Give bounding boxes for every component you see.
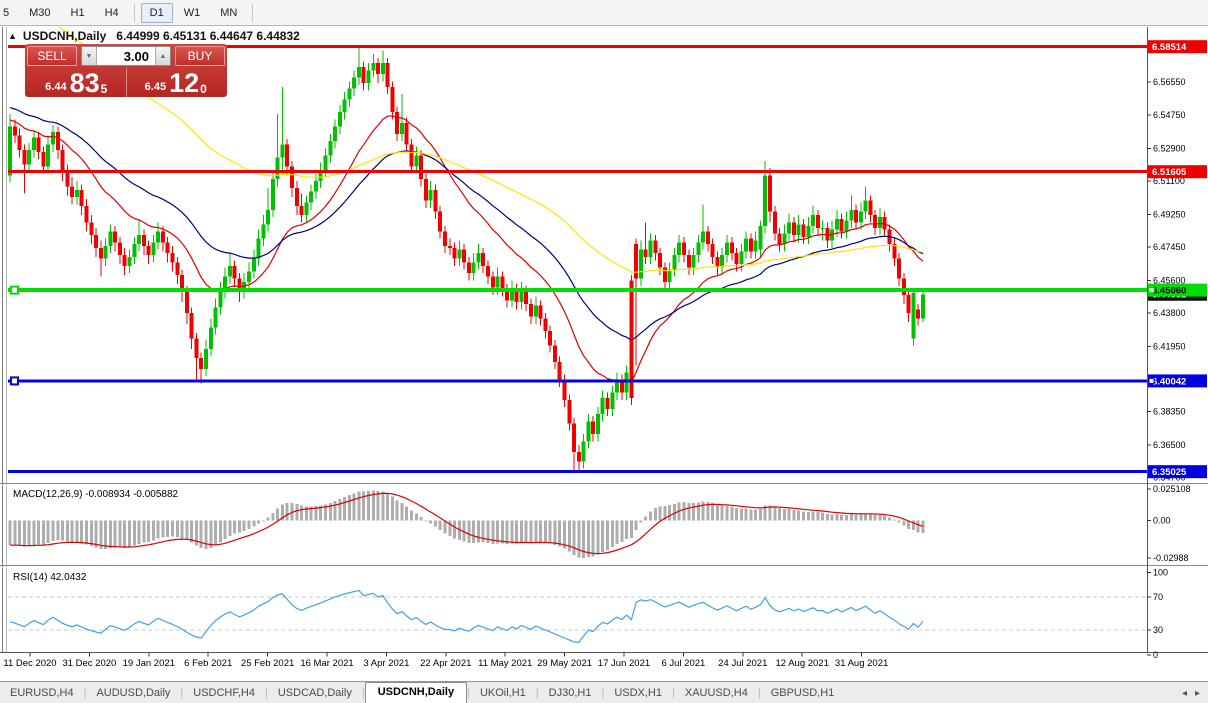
timeframe-button-5[interactable]: 5 (0, 3, 18, 23)
tab-scroll-nav: ◂▸ (1182, 688, 1208, 703)
tab-usdx-h1[interactable]: USDX,H1 (604, 684, 672, 703)
tab-dj30-h1[interactable]: DJ30,H1 (539, 684, 602, 703)
mt4-window: 5M30H1H4D1W1MN 6.565506.547506.529006.51… (0, 0, 1208, 703)
timeframe-button-H1[interactable]: H1 (62, 3, 94, 23)
price-axis: 6.565506.547506.529006.511006.492506.474… (1147, 77, 1186, 482)
sell-price-pip: 5 (101, 82, 108, 96)
svg-text:6.43800: 6.43800 (1153, 308, 1186, 318)
svg-text:31 Dec 2020: 31 Dec 2020 (62, 658, 116, 669)
svg-text:6.58514: 6.58514 (1152, 42, 1187, 53)
svg-text:31 Aug 2021: 31 Aug 2021 (835, 658, 888, 669)
svg-text:0.00: 0.00 (1153, 516, 1171, 526)
volume-input[interactable]: 3.00 (97, 47, 155, 65)
svg-text:6.36500: 6.36500 (1153, 440, 1186, 450)
tab-usdchf-h4[interactable]: USDCHF,H4 (183, 684, 265, 703)
buy-price-pip: 0 (200, 82, 207, 96)
macd-signal-line (10, 493, 923, 553)
rsi-line (10, 591, 923, 643)
svg-text:70: 70 (1153, 592, 1163, 602)
buy-price-big: 12 (169, 70, 199, 96)
macd-histogram (9, 491, 925, 559)
symbol-tab-bar: EURUSD,H4|AUDUSD,Daily|USDCHF,H4|USDCAD,… (0, 681, 1208, 703)
svg-text:6.56550: 6.56550 (1153, 77, 1186, 87)
tab-scroll-right-icon[interactable]: ▸ (1195, 688, 1200, 699)
candles-layer (8, 47, 925, 471)
svg-text:0.025108: 0.025108 (1153, 484, 1191, 494)
timeframe-button-M30[interactable]: M30 (20, 3, 59, 23)
svg-text:6 Feb 2021: 6 Feb 2021 (184, 658, 232, 669)
date-axis: 11 Dec 2020 31 Dec 2020 19 Jan 2021 6 Feb 2… (3, 653, 888, 670)
svg-text:3 Apr 2021: 3 Apr 2021 (363, 658, 409, 669)
rsi-axis: 100 70 30 0 (1147, 567, 1168, 660)
svg-text:6.40042: 6.40042 (1152, 376, 1186, 387)
collapse-arrow-icon[interactable]: ▲ (8, 31, 17, 41)
timeframe-button-MN[interactable]: MN (211, 3, 246, 23)
toolbar-separator (252, 4, 253, 22)
svg-text:11 Dec 2020: 11 Dec 2020 (3, 658, 56, 669)
svg-text:6.52900: 6.52900 (1153, 143, 1186, 153)
svg-text:29 May 2021: 29 May 2021 (537, 658, 592, 669)
chart-ohlc-values: 6.44999 6.45131 6.44647 6.44832 (116, 29, 300, 43)
chart-canvas[interactable]: 6.565506.547506.529006.511006.492506.474… (0, 27, 1208, 681)
one-click-trade-panel: SELL ▼ 3.00 ▲ BUY 6.44 835 6.45120 (25, 44, 227, 97)
tab-eurusd-h4[interactable]: EURUSD,H4 (0, 684, 84, 703)
svg-text:6.41950: 6.41950 (1153, 341, 1186, 351)
tab-audusd-daily[interactable]: AUDUSD,Daily (86, 684, 180, 703)
svg-text:6.38350: 6.38350 (1153, 407, 1186, 417)
tab-xauusd-h4[interactable]: XAUUSD,H4 (675, 684, 758, 703)
sell-price-prefix: 6.44 (45, 81, 66, 93)
svg-text:17 Jun 2021: 17 Jun 2021 (598, 658, 650, 669)
svg-text:24 Jul 2021: 24 Jul 2021 (718, 658, 767, 669)
volume-increase-button[interactable]: ▲ (155, 47, 170, 65)
buy-price-prefix: 6.45 (145, 81, 166, 93)
rsi-label: RSI(14) 42.0432 (13, 572, 87, 583)
buy-button[interactable]: BUY (175, 46, 225, 66)
chart-symbol-label: USDCNH,Daily (23, 29, 106, 43)
sell-price-big: 83 (70, 70, 100, 96)
svg-text:6.47450: 6.47450 (1153, 242, 1186, 252)
macd-label: MACD(12,26,9) -0.008934 -0.005882 (13, 489, 179, 500)
svg-text:16 Mar 2021: 16 Mar 2021 (300, 658, 353, 669)
tab-usdcad-daily[interactable]: USDCAD,Daily (268, 684, 362, 703)
svg-text:6.35025: 6.35025 (1152, 467, 1187, 478)
volume-stepper: ▼ 3.00 ▲ (81, 46, 171, 66)
volume-decrease-button[interactable]: ▼ (82, 47, 97, 65)
chart-title: ▲ USDCNH,Daily 6.44999 6.45131 6.44647 6.4… (8, 29, 300, 43)
svg-text:22 Apr 2021: 22 Apr 2021 (420, 658, 471, 669)
sell-quote-button[interactable]: 6.44 835 (27, 68, 127, 97)
svg-text:6.54750: 6.54750 (1153, 110, 1186, 120)
chart-window: 6.565506.547506.529006.511006.492506.474… (0, 27, 1208, 681)
hline-handle[interactable] (11, 377, 18, 384)
svg-text:30: 30 (1153, 625, 1163, 635)
svg-text:6 Jul 2021: 6 Jul 2021 (661, 658, 705, 669)
chevron-down-icon: ▼ (86, 53, 93, 60)
tab-usdcnh-daily[interactable]: USDCNH,Daily (365, 682, 467, 703)
tab-ukoil-h1[interactable]: UKOil,H1 (470, 684, 536, 703)
tab-scroll-left-icon[interactable]: ◂ (1182, 688, 1187, 699)
toolbar-separator (134, 4, 135, 22)
pane-separators (0, 27, 1208, 653)
sell-button[interactable]: SELL (27, 46, 77, 66)
svg-text:25 Feb 2021: 25 Feb 2021 (241, 658, 294, 669)
buy-quote-button[interactable]: 6.45120 (127, 68, 226, 97)
timeframe-toolbar: 5M30H1H4 D1W1MN (0, 0, 1208, 26)
timeframe-button-H4[interactable]: H4 (96, 3, 128, 23)
chevron-up-icon: ▲ (160, 53, 167, 60)
svg-text:6.49250: 6.49250 (1153, 209, 1186, 219)
svg-text:19 Jan 2021: 19 Jan 2021 (123, 658, 175, 669)
hline-handle[interactable] (11, 287, 18, 294)
tab-gbpusd-h1[interactable]: GBPUSD,H1 (761, 684, 845, 703)
svg-text:0: 0 (1153, 650, 1158, 660)
svg-text:12 Aug 2021: 12 Aug 2021 (776, 658, 829, 669)
svg-text:100: 100 (1153, 567, 1168, 577)
timeframe-button-D1[interactable]: D1 (141, 3, 173, 23)
svg-text:-0.02988: -0.02988 (1153, 553, 1189, 563)
timeframe-button-W1[interactable]: W1 (175, 3, 210, 23)
svg-text:6.45060: 6.45060 (1152, 286, 1186, 297)
svg-text:11 May 2021: 11 May 2021 (478, 658, 532, 669)
macd-axis: 0.025108 0.00 -0.02988 (1147, 484, 1191, 563)
svg-text:6.51605: 6.51605 (1152, 167, 1187, 178)
